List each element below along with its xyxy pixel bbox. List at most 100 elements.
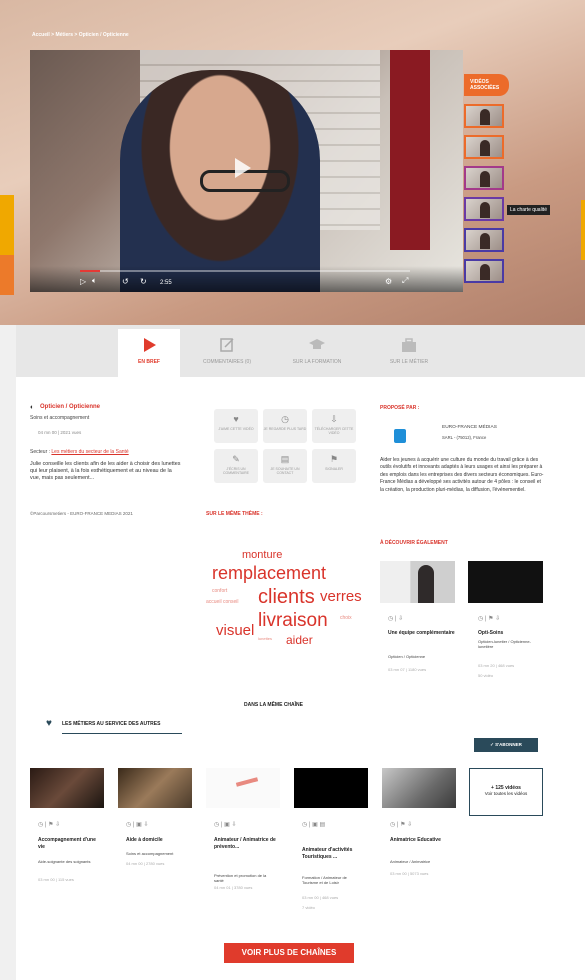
- download-button[interactable]: ⇩ TÉLÉCHARGER CETTE VIDÉO: [312, 409, 356, 443]
- related-videos-badge: VIDÉOS ASSOCIÉES: [464, 74, 509, 96]
- org-name[interactable]: EURO-FRANCE MÉDIAS: [442, 425, 497, 430]
- chain-item-title[interactable]: Animatrice Educative: [390, 837, 454, 844]
- video-background-panel: [390, 50, 430, 250]
- contact-button[interactable]: ▤ JE SOUHAITE UN CONTACT: [263, 449, 307, 483]
- discover-thumb[interactable]: [380, 561, 455, 603]
- subscribe-button[interactable]: ✓ S'ABONNER: [474, 738, 538, 752]
- chain-item-title[interactable]: Accompagnement d'une vie: [38, 837, 102, 851]
- chain-actions: ◷ | ⚑ ⇩: [390, 822, 413, 828]
- watch-later-button[interactable]: ◷ JE REGARDE PLUS TARD: [263, 409, 307, 443]
- cloud-word[interactable]: clients: [258, 586, 315, 609]
- like-button[interactable]: ♥ J'AIME CETTE VIDÉO: [214, 409, 258, 443]
- more-chains-button[interactable]: VOIR PLUS DE CHAÎNES: [224, 943, 354, 963]
- chain-title[interactable]: LES MÉTIERS AU SERVICE DES AUTRES: [62, 721, 160, 727]
- chain-item-sub: Formation / Animateur de Tourisme et de …: [302, 875, 347, 885]
- copyright: ©Parcoursmetiers - EURO-FRANCE MEDIAS 20…: [30, 511, 133, 516]
- proposed-by-heading: PROPOSÉ PAR :: [380, 405, 420, 411]
- sector-link[interactable]: Les métiers du secteur de la Santé: [51, 449, 128, 455]
- chain-item-title[interactable]: Aide à domicile: [126, 837, 190, 844]
- cloud-word[interactable]: verres: [320, 588, 362, 605]
- tab-bar: EN BREF COMMENTAIRES (0) SUR LA FORMATIO…: [16, 325, 585, 377]
- fullscreen-icon[interactable]: ⤢: [402, 276, 408, 286]
- discover-actions: ◷ | ⚑ ⇩: [478, 616, 501, 622]
- flag-icon: ⚑: [329, 454, 339, 464]
- progress-bar[interactable]: [80, 270, 410, 272]
- breadcrumb[interactable]: Accueil > Métiers > Opticien / Opticienn…: [32, 32, 129, 38]
- chain-heading: DANS LA MÊME CHAÎNE: [244, 702, 303, 708]
- chain-thumb[interactable]: [294, 768, 368, 808]
- related-video-thumb[interactable]: [464, 197, 504, 221]
- chain-thumb[interactable]: [30, 768, 104, 808]
- cloud-word[interactable]: choix: [340, 615, 352, 621]
- related-video-thumb[interactable]: [464, 104, 504, 128]
- chain-thumb[interactable]: [118, 768, 192, 808]
- cloud-word[interactable]: remplacement: [212, 563, 326, 584]
- chain-thumb[interactable]: [206, 768, 280, 808]
- chain-item-title[interactable]: Animateur d'activités Touristiques ...: [302, 847, 366, 861]
- heart-chain-icon: ♥: [46, 718, 52, 729]
- play-icon[interactable]: [235, 158, 251, 178]
- discover-sub: Opticien-lunetier / Opticienne-lunetière: [478, 639, 531, 649]
- cloud-word[interactable]: lunettes: [258, 636, 272, 641]
- tab-en-bref[interactable]: EN BREF: [118, 329, 180, 377]
- forward-icon[interactable]: ↻: [140, 277, 147, 286]
- graduation-cap-icon: [309, 339, 325, 349]
- decor-yellow-bar: [0, 195, 14, 255]
- chain-item-title[interactable]: Animateur / Animatrice de prévento...: [214, 837, 278, 851]
- stat-label: TÉLÉCHARGER CETTE VIDÉO: [314, 427, 354, 435]
- video-player[interactable]: ▷ 🔈︎ ↺ ↻ 2:55 ⚙ ⤢: [30, 50, 463, 292]
- chain-thumb[interactable]: [382, 768, 456, 808]
- org-logo[interactable]: [394, 429, 406, 443]
- document-icon: ▤: [280, 454, 290, 464]
- chain-item-sub: Soins et accompagnement: [126, 851, 174, 856]
- cloud-word[interactable]: monture: [242, 549, 282, 561]
- pen-icon: ✎: [232, 454, 240, 464]
- tab-metier[interactable]: SUR LE MÉTIER: [376, 329, 442, 377]
- cloud-word[interactable]: aider: [286, 633, 313, 647]
- discover-heading: À DÉCOUVRIR ÉGALEMENT: [380, 540, 448, 546]
- cloud-word[interactable]: accueil conseil: [206, 599, 239, 605]
- same-theme-heading: SUR LE MÊME THÈME :: [206, 511, 263, 517]
- discover-meta: 03 mn 20 | 468 vues: [478, 663, 515, 668]
- thumb-face: [480, 109, 490, 125]
- job-title: Opticien / Opticienne: [40, 404, 101, 410]
- edit-icon: [220, 338, 234, 352]
- stat-label: J'ÉCRIS UN COMMENTAIRE: [223, 467, 249, 475]
- discover-extra: 50 vidéo: [478, 673, 494, 678]
- discover-title[interactable]: Opti-Soins: [478, 630, 548, 637]
- hero-banner: Accueil > Métiers > Opticien / Opticienn…: [0, 0, 585, 325]
- report-button[interactable]: ⚑ SIGNALER: [312, 449, 356, 483]
- tab-label: EN BREF: [138, 359, 160, 365]
- more-videos-box[interactable]: + 125 vidéos Voir toutes les vidéos: [469, 768, 543, 816]
- tab-commentaires[interactable]: COMMENTAIRES (0): [188, 329, 266, 377]
- download-icon: ⇩: [330, 414, 338, 424]
- thumb-tooltip: La charte qualité: [507, 205, 550, 215]
- settings-icon[interactable]: ⚙: [385, 277, 392, 286]
- cloud-word[interactable]: livraison: [258, 610, 328, 632]
- related-video-thumb[interactable]: [464, 135, 504, 159]
- related-video-thumb[interactable]: [464, 228, 504, 252]
- discover-actions: ◷ | ⇩: [388, 616, 404, 622]
- chain-actions: ◷ | ▣ ⇩: [214, 822, 237, 828]
- stat-label: JE SOUHAITE UN CONTACT: [270, 467, 300, 475]
- job-description: Julie conseille les clients afin de les …: [30, 461, 181, 481]
- cloud-word[interactable]: visuel: [216, 622, 254, 639]
- decor-orange-bar: [0, 255, 14, 295]
- decor-yellow-bar-right: [581, 200, 585, 260]
- volume-icon[interactable]: 🔈︎: [92, 276, 97, 286]
- chain-item-sub: Animateur / Animatrice: [390, 859, 431, 864]
- briefcase-icon: [402, 338, 416, 352]
- discover-thumb[interactable]: [468, 561, 543, 603]
- related-video-thumb[interactable]: [464, 259, 504, 283]
- comment-button[interactable]: ✎ J'ÉCRIS UN COMMENTAIRE: [214, 449, 258, 483]
- play-pause-icon[interactable]: ▷: [80, 277, 86, 286]
- discover-title[interactable]: Une équipe complémentaire: [388, 630, 458, 637]
- sector-label: Secteur :: [30, 449, 51, 455]
- video-time: 2:55: [160, 280, 172, 286]
- tab-formation[interactable]: SUR LA FORMATION: [284, 329, 350, 377]
- related-video-thumb[interactable]: [464, 166, 504, 190]
- cloud-word[interactable]: confort: [212, 588, 227, 594]
- chain-item-extra: 7 vidéo: [302, 905, 315, 910]
- chain-actions: ◷ | ▣ ⇩: [126, 822, 149, 828]
- rewind-icon[interactable]: ↺: [122, 277, 129, 286]
